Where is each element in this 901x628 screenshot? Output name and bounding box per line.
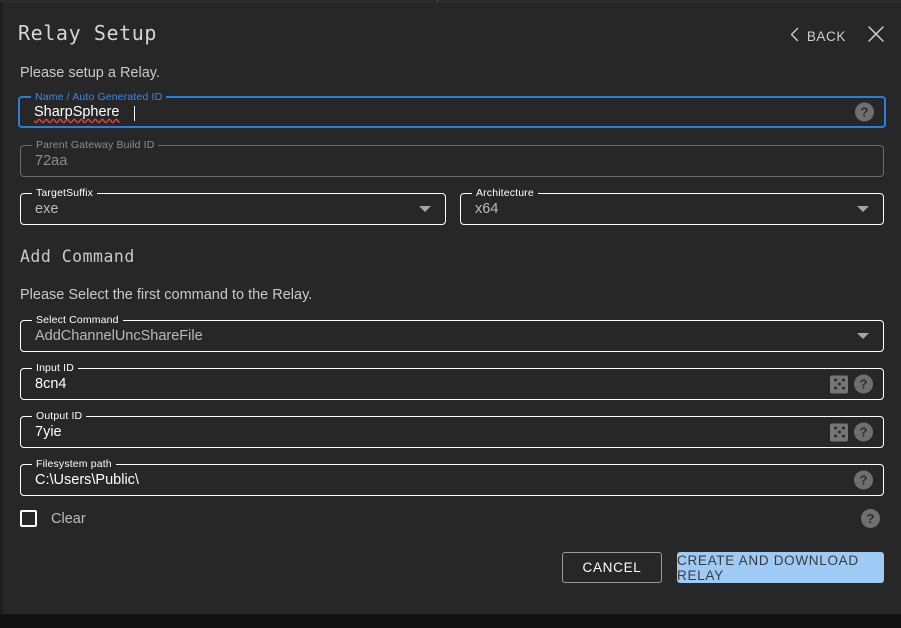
architecture-select[interactable]: Architecture x64 — [460, 186, 884, 225]
target-suffix-value: exe — [35, 201, 59, 217]
add-command-subtitle: Please Select the first command to the R… — [20, 287, 313, 303]
parent-gateway-build-id-value: 72aa — [35, 153, 68, 169]
add-command-title: Add Command — [20, 247, 135, 266]
close-icon — [867, 25, 885, 48]
close-button[interactable] — [866, 25, 886, 48]
select-command-label: Select Command — [32, 313, 123, 327]
dialog-header: Relay Setup BACK — [18, 21, 886, 55]
chevron-down-icon[interactable] — [857, 206, 869, 212]
help-circle-icon[interactable]: ? — [855, 102, 874, 122]
output-id-field[interactable]: Output ID 7yie ? — [20, 409, 884, 448]
cancel-button[interactable]: CANCEL — [562, 552, 662, 583]
architecture-label: Architecture — [472, 186, 538, 200]
output-id-icons: ? — [830, 422, 873, 442]
dialog-content: Relay Setup BACK Please setup a Relay. N… — [3, 3, 901, 614]
window-bottom-band — [0, 614, 901, 628]
help-circle-icon[interactable]: ? — [861, 509, 880, 528]
dice-icon[interactable] — [830, 375, 848, 393]
help-circle-icon[interactable]: ? — [854, 422, 873, 442]
select-command-dropdown[interactable]: Select Command AddChannelUncShareFile — [20, 313, 884, 352]
chevron-down-icon[interactable] — [419, 206, 431, 212]
name-field-icons: ? — [855, 102, 874, 122]
chevron-left-icon — [789, 27, 800, 45]
help-circle-icon[interactable]: ? — [854, 470, 873, 490]
name-field-value: SharpSphere — [34, 104, 120, 120]
text-cursor — [134, 106, 135, 121]
back-button-label: BACK — [806, 28, 846, 44]
filesystem-path-label: Filesystem path — [32, 457, 116, 471]
back-button[interactable]: BACK — [789, 27, 846, 45]
input-id-value: 8cn4 — [35, 376, 67, 392]
target-suffix-label: TargetSuffix — [32, 186, 98, 200]
header-actions: BACK — [789, 25, 886, 48]
name-field-label: Name / Auto Generated ID — [31, 90, 167, 104]
clear-checkbox-label: Clear — [51, 510, 86, 527]
filesystem-path-field[interactable]: Filesystem path C:\Users\Public\ ? — [20, 457, 884, 496]
output-id-value: 7yie — [35, 424, 62, 440]
relay-setup-dialog: Relay Setup BACK Please setup a Relay. N… — [0, 0, 901, 628]
relay-subtitle: Please setup a Relay. — [20, 65, 160, 81]
clear-checkbox-row[interactable]: Clear — [20, 510, 86, 527]
parent-gateway-build-id-field: Parent Gateway Build ID 72aa — [20, 138, 884, 177]
output-id-label: Output ID — [32, 409, 87, 423]
name-field[interactable]: Name / Auto Generated ID SharpSphere ? — [18, 90, 886, 128]
input-id-label: Input ID — [32, 361, 78, 375]
input-id-icons: ? — [830, 374, 873, 394]
page-title: Relay Setup — [18, 21, 158, 45]
create-and-download-relay-button[interactable]: CREATE AND DOWNLOAD RELAY — [677, 552, 884, 583]
help-circle-icon[interactable]: ? — [854, 374, 873, 394]
target-suffix-select[interactable]: TargetSuffix exe — [20, 186, 446, 225]
clear-checkbox[interactable] — [20, 510, 37, 527]
input-id-field[interactable]: Input ID 8cn4 ? — [20, 361, 884, 400]
architecture-value: x64 — [475, 201, 499, 217]
filesystem-path-value: C:\Users\Public\ — [35, 472, 139, 488]
filesystem-path-icons: ? — [854, 470, 873, 490]
select-command-value: AddChannelUncShareFile — [35, 328, 203, 344]
dice-icon[interactable] — [830, 423, 848, 441]
parent-gateway-build-id-label: Parent Gateway Build ID — [32, 138, 159, 152]
chevron-down-icon[interactable] — [857, 333, 869, 339]
